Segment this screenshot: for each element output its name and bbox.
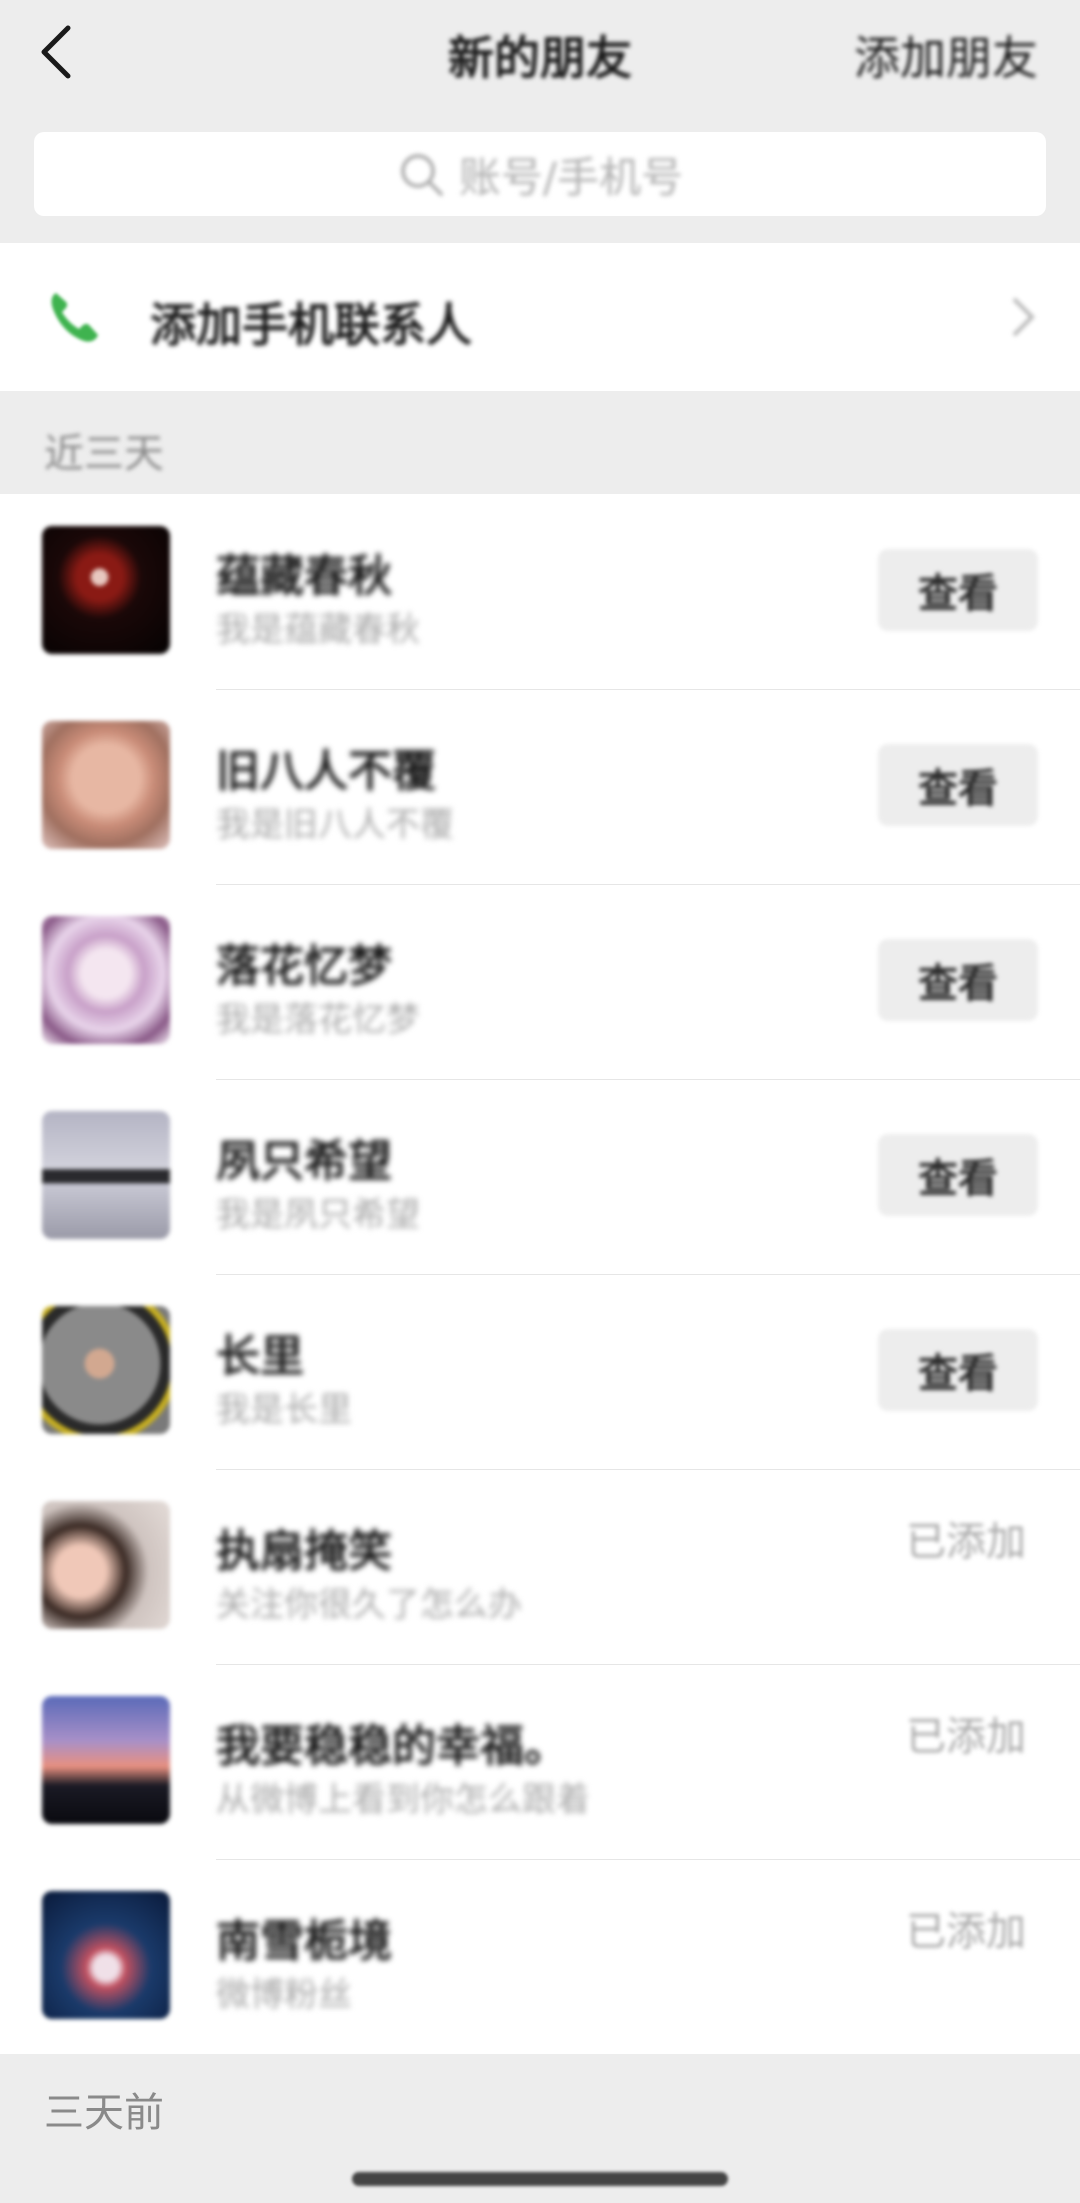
added-status: 已添加 [906,1519,1026,1565]
list-item[interactable]: 长里 我是长里 查看 [0,1274,1080,1469]
request-name: 蕴藏春秋 [216,551,392,602]
friend-request-list: 蕴藏春秋 我是蕴藏春秋 查看 旧八人不覆 我是旧八人不覆 查看 落花忆梦 我是落… [0,494,1080,2054]
avatar [42,916,170,1044]
view-button[interactable]: 查看 [878,939,1038,1021]
request-message: 微博粉丝 [216,1975,352,2015]
request-message: 从微博上看到你怎么跟着 [216,1780,590,1820]
avatar [42,1111,170,1239]
view-button[interactable]: 查看 [878,1329,1038,1411]
avatar [42,526,170,654]
list-item[interactable]: 蕴藏春秋 我是蕴藏春秋 查看 [0,494,1080,689]
section-label: 近三天 [44,431,164,477]
section-label: 三天前 [44,2090,164,2136]
home-indicator [352,2172,728,2186]
request-name: 长里 [216,1331,304,1382]
request-message: 关注你很久了怎么办 [216,1585,522,1625]
phone-icon [51,293,98,342]
view-button[interactable]: 查看 [878,744,1038,826]
top-bar: 新的朋友 添加朋友 [0,0,1080,120]
list-item[interactable]: 执扇掩笑 关注你很久了怎么办 已添加 [0,1469,1080,1664]
view-button[interactable]: 查看 [878,549,1038,631]
avatar [42,1501,170,1629]
section-header-recent: 近三天 [0,391,1080,494]
request-name: 夙只希望 [216,1136,392,1187]
request-message: 我是长里 [216,1390,352,1430]
view-button[interactable]: 查看 [878,1134,1038,1216]
search-placeholder: 账号/手机号 [458,152,684,202]
request-name: 执扇掩笑 [216,1526,392,1577]
avatar [42,1891,170,2019]
list-item[interactable]: 旧八人不覆 我是旧八人不覆 查看 [0,689,1080,884]
list-item[interactable]: 落花忆梦 我是落花忆梦 查看 [0,884,1080,1079]
request-message: 我是夙只希望 [216,1195,420,1235]
avatar [42,721,170,849]
list-item[interactable]: 南雪栀境 微博粉丝 已添加 [0,1859,1080,2054]
add-phone-contacts-label: 添加手机联系人 [150,298,472,352]
list-item[interactable]: 夙只希望 我是夙只希望 查看 [0,1079,1080,1274]
search-icon [400,154,443,196]
request-name: 旧八人不覆 [216,746,436,797]
add-phone-contacts-row[interactable]: 添加手机联系人 [0,243,1080,391]
search-input[interactable]: 账号/手机号 [34,132,1046,216]
list-item[interactable]: 我要稳稳的幸福。 从微博上看到你怎么跟着 已添加 [0,1664,1080,1859]
request-name: 落花忆梦 [216,941,392,992]
request-name: 南雪栀境 [216,1916,392,1967]
request-message: 我是蕴藏春秋 [216,610,420,650]
request-message: 我是旧八人不覆 [216,805,454,845]
request-name: 我要稳稳的幸福。 [216,1721,568,1772]
section-header-older: 三天前 [0,2054,1080,2154]
added-status: 已添加 [906,1909,1026,1955]
added-status: 已添加 [906,1714,1026,1760]
chevron-right-icon [1012,297,1035,337]
add-friend-button[interactable]: 添加朋友 [854,22,1038,88]
request-message: 我是落花忆梦 [216,1000,420,1040]
avatar [42,1306,170,1434]
avatar [42,1696,170,1824]
